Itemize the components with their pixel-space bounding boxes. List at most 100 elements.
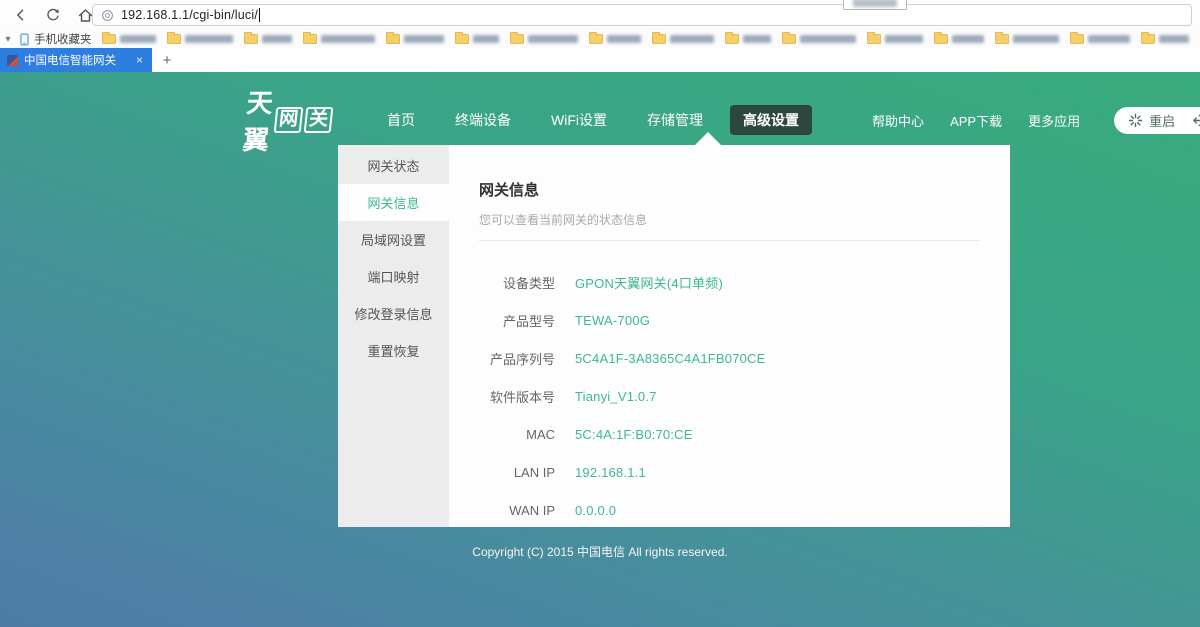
bookmark-blurred-label [321, 35, 375, 43]
nav-item[interactable]: 高级设置 [730, 105, 812, 135]
info-row: 设备类型 GPON天翼网关(4口单频) [479, 263, 980, 301]
header-link[interactable]: APP下载 [950, 111, 1002, 130]
bookmark-folder-item[interactable] [782, 34, 856, 44]
folder-icon [455, 34, 469, 44]
new-tab-button[interactable]: + [152, 48, 182, 72]
update-popup[interactable] [843, 0, 907, 10]
gateway-info-panel: 网关信息 您可以查看当前网关的状态信息 设备类型 GPON天翼网关(4口单频) … [449, 145, 1010, 527]
info-row: MAC 5C:4A:1F:B0:70:CE [479, 415, 980, 453]
text-cursor [259, 8, 260, 22]
info-value: GPON天翼网关(4口单频) [575, 273, 723, 292]
header-link[interactable]: 更多应用 [1028, 111, 1080, 130]
bookmark-folder-item[interactable] [934, 34, 984, 44]
folder-icon [995, 34, 1009, 44]
tab-strip: 中国电信智能网关 × + [0, 48, 1200, 72]
tab-title: 中国电信智能网关 [24, 52, 134, 68]
phone-favorites-bookmark[interactable]: 手机收藏夹 [20, 31, 92, 47]
back-icon[interactable] [8, 4, 34, 26]
tab-active[interactable]: 中国电信智能网关 × [0, 48, 152, 72]
bookmark-blurred-label [670, 35, 714, 43]
router-page: 天翼 网 关 首页 终端设备 WiFi设置 存储管理 高级设置 帮助中心 APP… [0, 72, 1200, 627]
info-value: 5C4A1F-3A8365C4A1FB070CE [575, 351, 766, 366]
tianyi-gateway-logo[interactable]: 天翼 网 关 [241, 83, 336, 157]
settings-card: 网关状态 网关信息 局域网设置 端口映射 修改登录信息 重置恢复 网关信息 您可… [338, 145, 1010, 527]
bookmark-folder-item[interactable] [867, 34, 923, 44]
folder-icon [725, 34, 739, 44]
header-links: 帮助中心 APP下载 更多应用 [872, 111, 1080, 130]
spinner-icon [1128, 113, 1143, 128]
info-value: 192.168.1.1 [575, 465, 646, 480]
nav-item[interactable]: 终端设备 [442, 105, 524, 135]
logout-icon [1191, 113, 1200, 128]
bookmark-folder-item[interactable] [995, 34, 1059, 44]
bookmark-folder-item[interactable] [455, 34, 499, 44]
folder-icon [102, 34, 116, 44]
bookmark-blurred-label [800, 35, 856, 43]
folder-icon [934, 34, 948, 44]
bookmark-folder-item[interactable] [1070, 34, 1130, 44]
bookmark-folder-item[interactable] [303, 34, 375, 44]
folder-icon [867, 34, 881, 44]
phone-icon [20, 33, 29, 46]
main-nav: 首页 终端设备 WiFi设置 存储管理 高级设置 [374, 105, 812, 135]
panel-subtitle: 您可以查看当前网关的状态信息 [479, 211, 980, 228]
restart-button[interactable]: 重启 [1128, 111, 1175, 130]
nav-item[interactable]: 首页 [374, 105, 428, 135]
info-label: 产品序列号 [479, 349, 555, 368]
sidebar-item[interactable]: 重置恢复 [338, 332, 449, 369]
bookmark-folder-item[interactable] [102, 34, 156, 44]
bookmark-blurred-label [528, 35, 578, 43]
url-text[interactable]: 192.168.1.1/cgi-bin/luci/ [121, 8, 258, 22]
popup-blurred-text [853, 0, 897, 7]
bookmark-folder-item[interactable] [244, 34, 292, 44]
header-pill-group: 重启 退出 [1114, 107, 1200, 134]
header-link[interactable]: 帮助中心 [872, 111, 924, 130]
info-label: 产品型号 [479, 311, 555, 330]
reload-icon[interactable] [40, 4, 66, 26]
folder-icon [1141, 34, 1155, 44]
nav-item[interactable]: WiFi设置 [538, 105, 620, 135]
bookmark-blurred-label [952, 35, 984, 43]
page-header: 天翼 网 关 首页 终端设备 WiFi设置 存储管理 高级设置 帮助中心 APP… [0, 94, 1200, 146]
bookmark-blurred-label [473, 35, 499, 43]
folder-icon [386, 34, 400, 44]
bookmark-items [102, 34, 1200, 44]
info-value: Tianyi_V1.0.7 [575, 389, 657, 404]
bookmark-folder-item[interactable] [167, 34, 233, 44]
bookmark-folder-item[interactable] [652, 34, 714, 44]
bookmark-blurred-label [262, 35, 292, 43]
info-row: LAN IP 192.168.1.1 [479, 453, 980, 491]
bookmark-folder-item[interactable] [386, 34, 444, 44]
info-label: WAN IP [479, 503, 555, 518]
phone-favorites-label: 手机收藏夹 [34, 31, 92, 47]
bookmark-blurred-label [1013, 35, 1059, 43]
logo-box-wang: 网 [274, 107, 304, 133]
site-info-icon[interactable] [101, 9, 114, 22]
bookmark-folder-item[interactable] [510, 34, 578, 44]
bookmark-blurred-label [1088, 35, 1130, 43]
sidebar-item[interactable]: 修改登录信息 [338, 295, 449, 332]
bookmark-blurred-label [1159, 35, 1189, 43]
bookmark-folder-item[interactable] [725, 34, 771, 44]
restart-label: 重启 [1149, 111, 1175, 130]
folder-icon [782, 34, 796, 44]
bookmark-folder-item[interactable] [589, 34, 641, 44]
info-value: 5C:4A:1F:B0:70:CE [575, 427, 693, 442]
address-bar[interactable]: 192.168.1.1/cgi-bin/luci/ [92, 4, 1192, 26]
card-pointer-arrow [695, 132, 721, 145]
bookmark-folder-item[interactable] [1141, 34, 1189, 44]
nav-item[interactable]: 存储管理 [634, 105, 716, 135]
sidebar-item[interactable]: 网关状态 [338, 147, 449, 184]
sidebar-item[interactable]: 局域网设置 [338, 221, 449, 258]
sidebar-item[interactable]: 端口映射 [338, 258, 449, 295]
logout-button[interactable]: 退出 [1191, 111, 1200, 130]
folder-icon [510, 34, 524, 44]
bookmark-blurred-label [743, 35, 771, 43]
folder-icon [589, 34, 603, 44]
folder-icon [1070, 34, 1084, 44]
caret-down-icon[interactable]: ▾ [0, 34, 16, 45]
info-row: WAN IP 0.0.0.0 [479, 491, 980, 529]
close-icon[interactable]: × [134, 53, 145, 67]
logo-box-guan: 关 [304, 107, 334, 133]
sidebar-item[interactable]: 网关信息 [338, 184, 449, 221]
